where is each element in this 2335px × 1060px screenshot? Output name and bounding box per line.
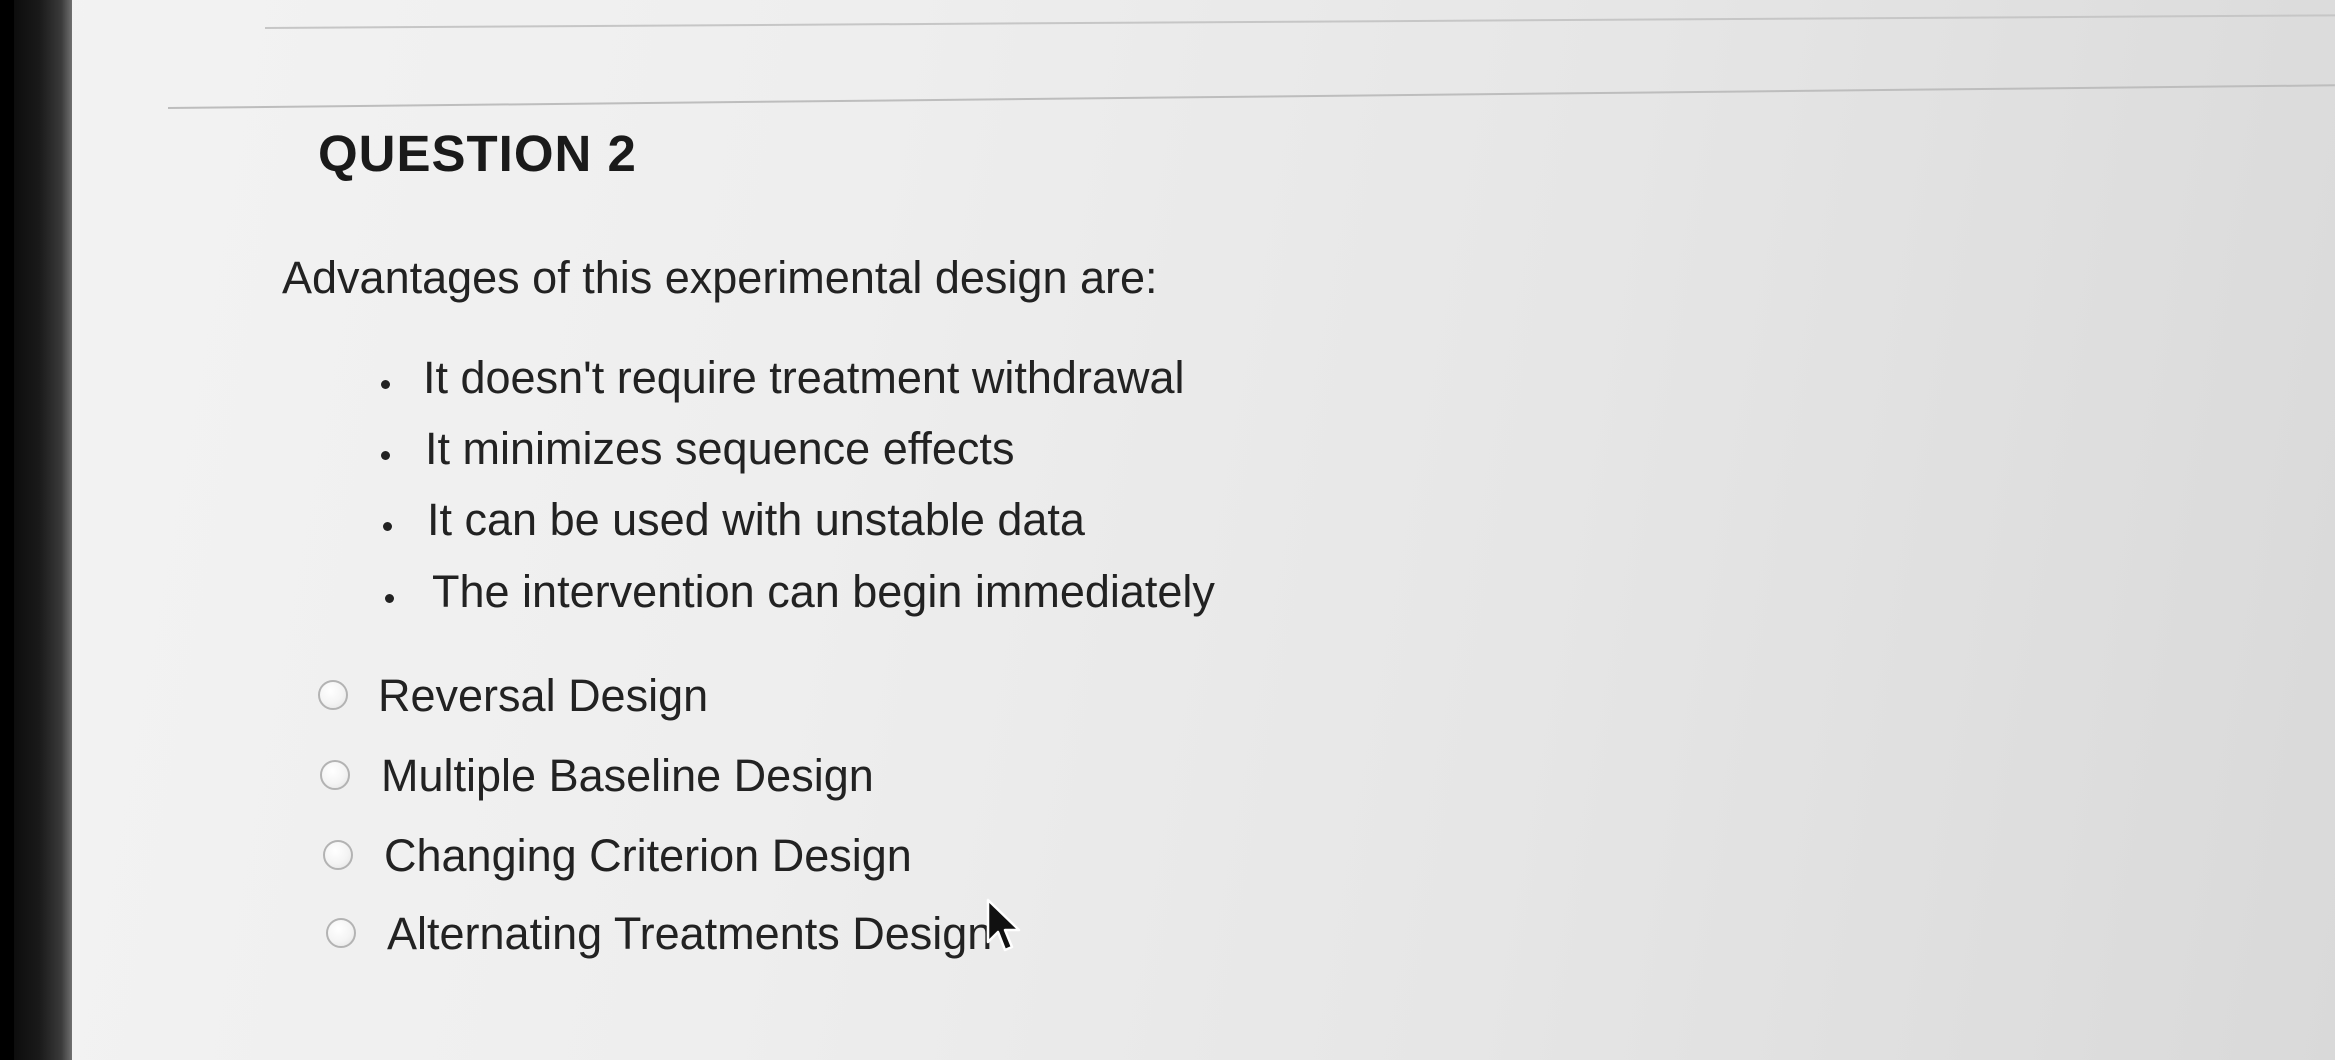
question-prompt: Advantages of this experimental design a…: [282, 252, 1158, 303]
bullet-icon: [381, 451, 390, 460]
option-label[interactable]: Changing Criterion Design: [384, 830, 912, 882]
radio-button-icon[interactable]: [326, 918, 356, 948]
radio-button-icon[interactable]: [320, 760, 350, 790]
radio-button-icon[interactable]: [323, 840, 353, 870]
mouse-pointer-arrow-icon: [986, 898, 1021, 952]
advantage-text: The intervention can begin immediately: [432, 566, 1215, 617]
top-divider: [264, 14, 2335, 29]
monitor-bezel: [0, 0, 72, 1060]
bullet-icon: [381, 380, 390, 389]
advantage-text: It minimizes sequence effects: [425, 423, 1015, 474]
advantage-text: It can be used with unstable data: [427, 494, 1085, 545]
question-divider: [167, 84, 2335, 109]
bullet-icon: [385, 594, 394, 603]
question-title: QUESTION 2: [318, 125, 637, 182]
option-label[interactable]: Alternating Treatments Design: [387, 908, 992, 960]
bullet-icon: [383, 522, 392, 531]
monitor-bezel-edge: [0, 0, 14, 1060]
radio-button-icon[interactable]: [318, 680, 348, 710]
advantage-text: It doesn't require treatment withdrawal: [423, 352, 1185, 403]
option-label[interactable]: Multiple Baseline Design: [381, 750, 874, 802]
option-label[interactable]: Reversal Design: [378, 670, 708, 722]
